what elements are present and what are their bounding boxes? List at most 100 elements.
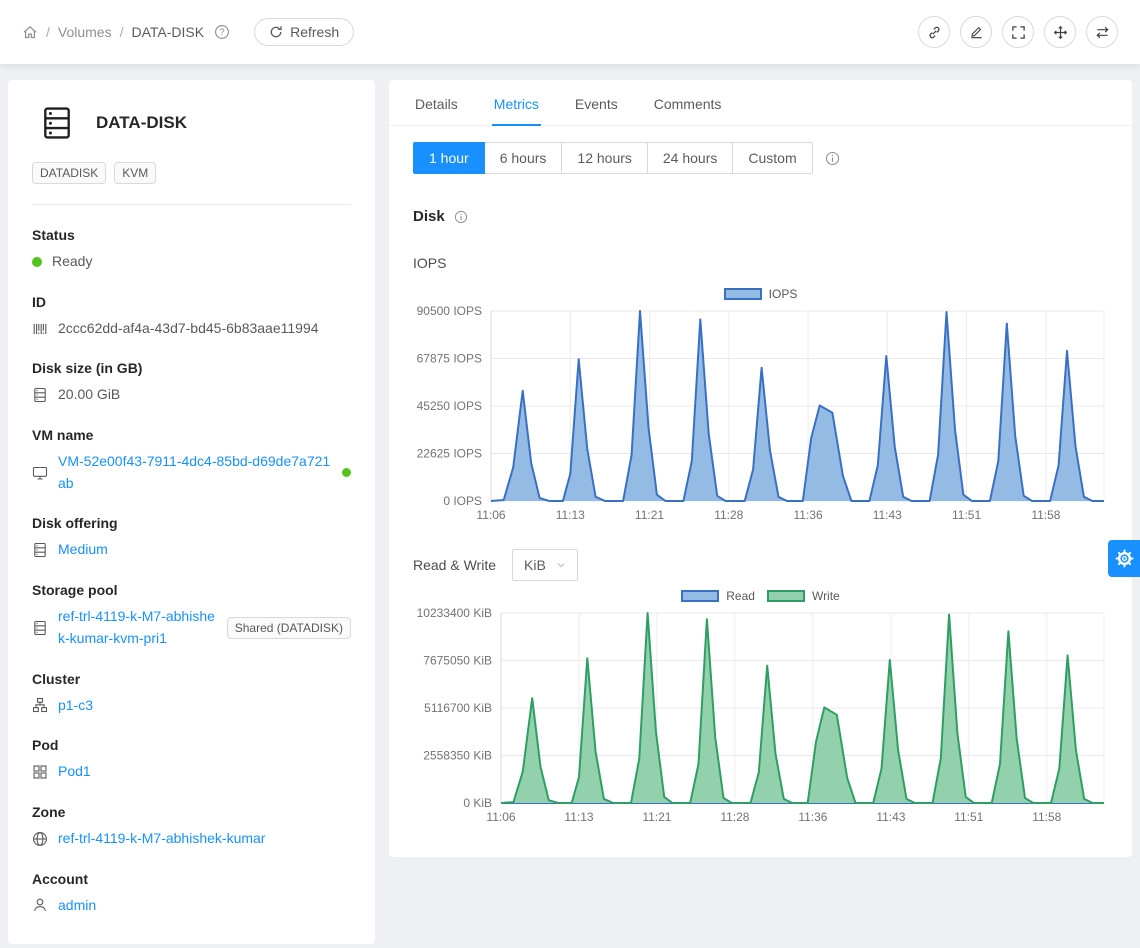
readwrite-chart: Read & Write KiB Read Write 0 KiB 2558350 … <box>413 549 1108 829</box>
field-pod: Pod Pod1 <box>32 737 351 783</box>
monitor-icon <box>32 465 48 481</box>
range-1-hour[interactable]: 1 hour <box>413 142 485 174</box>
tag-kvm: KVM <box>114 162 156 184</box>
iops-chart-plot: 0 IOPS22625 IOPS45250 IOPS67875 IOPS9050… <box>413 305 1108 527</box>
header-actions <box>918 16 1118 48</box>
edit-icon <box>969 25 984 40</box>
pod-icon <box>32 764 48 780</box>
breadcrumb-current: DATA-DISK <box>131 24 204 40</box>
disk-size-value: 20.00 GiB <box>58 384 120 406</box>
tag-datadisk: DATADISK <box>32 162 106 184</box>
link-action-button[interactable] <box>918 16 950 48</box>
svg-text:11:28: 11:28 <box>714 508 743 522</box>
vm-status-dot <box>342 468 351 477</box>
disk-icon <box>32 387 48 403</box>
time-range-group: 1 hour 6 hours 12 hours 24 hours Custom <box>413 142 813 174</box>
status-dot <box>32 257 42 267</box>
range-12-hours[interactable]: 12 hours <box>562 142 647 174</box>
resource-info-panel: DATA-DISK DATADISK KVM Status Ready ID <box>8 80 375 944</box>
svg-text:11:51: 11:51 <box>952 508 981 522</box>
legend-item[interactable]: IOPS <box>724 287 798 301</box>
detail-panel: Details Metrics Events Comments 1 hour 6… <box>389 80 1132 857</box>
legend-item[interactable]: Read <box>681 589 755 603</box>
help-icon[interactable]: ? <box>214 24 230 40</box>
svg-text:11:21: 11:21 <box>642 810 671 824</box>
svg-text:2558350 KiB: 2558350 KiB <box>423 749 492 763</box>
disk-section-title: Disk <box>413 208 1108 225</box>
svg-text:0 IOPS: 0 IOPS <box>443 494 482 508</box>
field-vm-name: VM name VM-52e00f43-7911-4dc4-85bd-d69de… <box>32 427 351 494</box>
refresh-icon <box>269 25 283 39</box>
iops-chart-legend: IOPS <box>413 287 1108 301</box>
zone-link[interactable]: ref-trl-4119-k-M7-abhishek-kumar <box>58 828 351 850</box>
tab-metrics[interactable]: Metrics <box>492 94 541 125</box>
fullscreen-icon <box>1011 25 1026 40</box>
home-icon[interactable] <box>22 24 38 40</box>
range-24-hours[interactable]: 24 hours <box>648 142 733 174</box>
breadcrumb-volumes-link[interactable]: Volumes <box>58 24 112 40</box>
time-range-row: 1 hour 6 hours 12 hours 24 hours Custom <box>413 142 1108 174</box>
edit-action-button[interactable] <box>960 16 992 48</box>
svg-text:10233400 KiB: 10233400 KiB <box>417 607 492 620</box>
cluster-icon <box>32 697 48 713</box>
svg-text:?: ? <box>219 27 224 38</box>
divider <box>32 204 351 205</box>
svg-text:11:51: 11:51 <box>954 810 983 824</box>
breadcrumb-separator: / <box>46 24 50 40</box>
storage-pool-link[interactable]: ref-trl-4119-k-M7-abhishek-kumar-kvm-pri… <box>58 606 217 649</box>
resource-title: DATA-DISK <box>96 113 187 133</box>
pod-link[interactable]: Pod1 <box>58 761 91 783</box>
field-id: ID 2ccc62dd-af4a-43d7-bd45-6b83aae11994 <box>32 294 351 340</box>
readwrite-chart-plot: 0 KiB2558350 KiB5116700 KiB7675050 KiB10… <box>413 607 1108 829</box>
account-link[interactable]: admin <box>58 895 96 917</box>
gear-icon <box>1115 549 1134 568</box>
refresh-button[interactable]: Refresh <box>254 18 354 46</box>
expand-action-button[interactable] <box>1002 16 1034 48</box>
svg-text:11:06: 11:06 <box>476 508 505 522</box>
field-account: Account admin <box>32 871 351 917</box>
storage-pool-badge: Shared (DATADISK) <box>227 617 351 639</box>
range-custom[interactable]: Custom <box>733 142 812 174</box>
move-action-button[interactable] <box>1044 16 1076 48</box>
unit-select-value: KiB <box>524 557 546 573</box>
move-icon <box>1053 25 1068 40</box>
disk-info-icon[interactable] <box>454 210 468 224</box>
detail-tabs: Details Metrics Events Comments <box>389 80 1132 126</box>
vm-name-link[interactable]: VM-52e00f43-7911-4dc4-85bd-d69de7a721ab <box>58 451 332 494</box>
breadcrumb-separator: / <box>120 24 124 40</box>
svg-text:11:43: 11:43 <box>873 508 902 522</box>
time-range-info-icon[interactable] <box>825 151 840 166</box>
content-area: DATA-DISK DATADISK KVM Status Ready ID <box>0 64 1140 948</box>
cluster-link[interactable]: p1-c3 <box>58 695 93 717</box>
chevron-down-icon <box>556 560 566 570</box>
iops-chart-title: IOPS <box>413 255 446 271</box>
svg-text:11:13: 11:13 <box>556 508 585 522</box>
readwrite-chart-legend: Read Write <box>413 589 1108 603</box>
page: / Volumes / DATA-DISK ? Refresh <box>0 0 1140 948</box>
field-zone: Zone ref-trl-4119-k-M7-abhishek-kumar <box>32 804 351 850</box>
disk-offering-link[interactable]: Medium <box>58 539 108 561</box>
top-bar: / Volumes / DATA-DISK ? Refresh <box>0 0 1140 64</box>
field-cluster: Cluster p1-c3 <box>32 671 351 717</box>
svg-text:67875 IOPS: 67875 IOPS <box>417 352 482 366</box>
settings-fab[interactable] <box>1108 540 1140 577</box>
breadcrumb: / Volumes / DATA-DISK ? Refresh <box>22 18 354 46</box>
svg-text:0 KiB: 0 KiB <box>463 796 492 810</box>
svg-text:11:36: 11:36 <box>798 810 827 824</box>
svg-text:7675050 KiB: 7675050 KiB <box>423 654 492 668</box>
volume-icon <box>40 104 74 142</box>
tab-events[interactable]: Events <box>573 94 620 125</box>
legend-item[interactable]: Write <box>767 589 840 603</box>
range-6-hours[interactable]: 6 hours <box>485 142 563 174</box>
svg-text:45250 IOPS: 45250 IOPS <box>417 399 482 413</box>
field-disk-offering: Disk offering Medium <box>32 515 351 561</box>
tab-details[interactable]: Details <box>413 94 460 125</box>
svg-text:11:58: 11:58 <box>1032 810 1061 824</box>
svg-text:11:36: 11:36 <box>794 508 823 522</box>
svg-text:11:06: 11:06 <box>486 810 515 824</box>
unit-select[interactable]: KiB <box>512 549 578 581</box>
id-value: 2ccc62dd-af4a-43d7-bd45-6b83aae11994 <box>58 318 319 340</box>
readwrite-chart-title: Read & Write <box>413 557 496 573</box>
swap-action-button[interactable] <box>1086 16 1118 48</box>
tab-comments[interactable]: Comments <box>652 94 724 125</box>
